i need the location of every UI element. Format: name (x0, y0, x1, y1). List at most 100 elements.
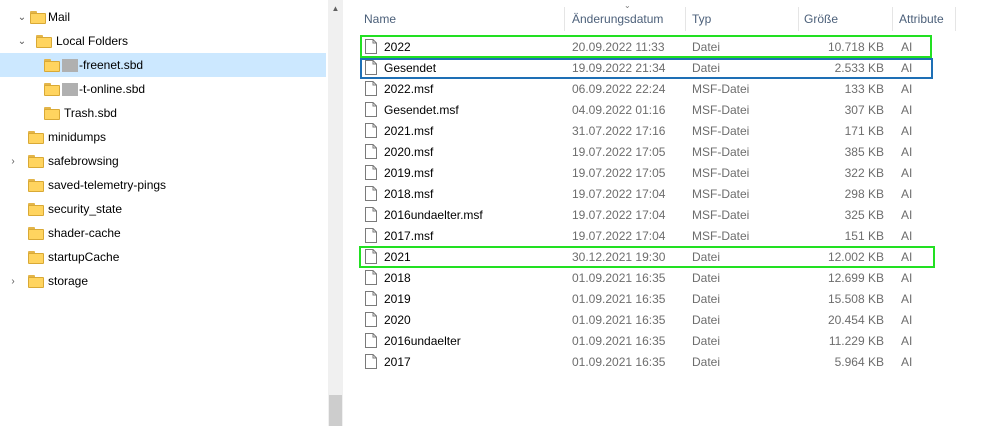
file-attributes: AI (901, 334, 913, 348)
folder-icon (36, 34, 52, 48)
folder-icon (44, 106, 60, 120)
column-header-attributes[interactable]: Attribute (899, 7, 959, 31)
folder-icon (44, 82, 60, 96)
column-header-date[interactable]: Änderungsdatum (572, 7, 684, 31)
file-modified-date: 31.07.2022 17:16 (572, 124, 666, 138)
tree-item-safebrowsing[interactable]: › safebrowsing (0, 149, 326, 173)
scrollbar-thumb[interactable] (329, 395, 342, 426)
file-size: 322 KB (844, 166, 884, 180)
highlight-box-green (360, 35, 932, 58)
file-type: MSF-Datei (692, 208, 750, 222)
file-row[interactable]: 2018.msf 19.07.2022 17:04 MSF-Datei 298 KB A… (360, 184, 935, 205)
column-divider[interactable] (798, 7, 799, 31)
chevron-right-icon[interactable]: › (7, 155, 19, 167)
file-name: 2016undaelter (384, 334, 461, 348)
file-size: 298 KB (844, 187, 884, 201)
tree-item-minidumps[interactable]: minidumps (0, 125, 326, 149)
file-row[interactable]: 2021.msf 31.07.2022 17:16 MSF-Datei 171 KB A… (360, 121, 935, 142)
column-divider[interactable] (955, 7, 956, 31)
file-name: 2019.msf (384, 166, 434, 180)
file-type: MSF-Datei (692, 145, 750, 159)
file-type: MSF-Datei (692, 124, 750, 138)
file-type: Datei (692, 292, 721, 306)
folder-icon (44, 58, 60, 72)
column-divider[interactable] (564, 7, 565, 31)
file-attributes: AI (901, 124, 913, 138)
folder-icon (28, 154, 44, 168)
tree-item-saved-telemetry-pings[interactable]: saved-telemetry-pings (0, 173, 326, 197)
tree-item-label: saved-telemetry-pings (48, 178, 167, 192)
file-size: 325 KB (844, 208, 884, 222)
tree-item-label: shader-cache (48, 226, 121, 240)
file-row[interactable]: 2018 01.09.2021 16:35 Datei 12.699 KB AI (360, 268, 935, 289)
file-type: Datei (692, 355, 721, 369)
redacted-block (62, 83, 78, 97)
file-size: 385 KB (844, 145, 884, 159)
file-modified-date: 19.07.2022 17:05 (572, 145, 666, 159)
tree-scrollbar[interactable]: ▲ (328, 0, 343, 426)
folder-icon (28, 130, 44, 144)
folder-icon (30, 10, 46, 24)
file-name: 2016undaelter.msf (384, 208, 483, 222)
file-attributes: AI (901, 82, 913, 96)
file-attributes: AI (901, 229, 913, 243)
file-type: Datei (692, 334, 721, 348)
file-size: 11.229 KB (828, 334, 884, 348)
tree-item-label: security_state (48, 202, 123, 216)
file-row[interactable]: 2022.msf 06.09.2022 22:24 MSF-Datei 133 KB A… (360, 79, 935, 100)
file-name: 2021.msf (384, 124, 434, 138)
file-row[interactable]: 2019 01.09.2021 16:35 Datei 15.508 KB AI (360, 289, 935, 310)
file-row[interactable]: 2016undaelter 01.09.2021 16:35 Datei 11.229… (360, 331, 935, 352)
tree-item-security-state[interactable]: security_state (0, 197, 326, 221)
file-row[interactable]: 2020.msf 19.07.2022 17:05 MSF-Datei 385 KB A… (360, 142, 935, 163)
scroll-up-arrow-icon[interactable]: ▲ (328, 0, 343, 17)
file-icon (365, 333, 377, 348)
chevron-right-icon[interactable]: › (7, 275, 19, 287)
chevron-down-icon[interactable]: ⌄ (16, 11, 28, 23)
file-attributes: AI (901, 313, 913, 327)
file-modified-date: 19.07.2022 17:05 (572, 166, 666, 180)
chevron-down-icon[interactable]: ⌄ (16, 35, 28, 47)
tree-item-mail[interactable]: ⌄ Mail (0, 5, 326, 29)
navigation-tree: ⌄ Mail ⌄ Local Folders -freenet.sbd -t-o… (0, 0, 328, 426)
column-header-type[interactable]: Typ (692, 7, 802, 31)
file-icon (365, 123, 377, 138)
file-attributes: AI (901, 166, 913, 180)
file-row[interactable]: 2016undaelter.msf 19.07.2022 17:04 MSF-Dat… (360, 205, 935, 226)
highlight-box-blue (360, 58, 933, 79)
tree-item-startup-cache[interactable]: startupCache (0, 245, 326, 269)
file-size: 12.699 KB (827, 271, 884, 285)
column-header-size[interactable]: Größe (804, 7, 890, 31)
file-name: Gesendet.msf (384, 103, 459, 117)
file-name: 2018 (384, 271, 411, 285)
file-row[interactable]: 2019.msf 19.07.2022 17:05 MSF-Datei 322 KB A… (360, 163, 935, 184)
file-modified-date: 06.09.2022 22:24 (572, 82, 666, 96)
column-divider[interactable] (685, 7, 686, 31)
file-type: MSF-Datei (692, 82, 750, 96)
tree-item-storage[interactable]: › storage (0, 269, 326, 293)
column-divider[interactable] (892, 7, 893, 31)
file-attributes: AI (901, 292, 913, 306)
file-size: 133 KB (844, 82, 884, 96)
file-icon (365, 354, 377, 369)
file-row[interactable]: 2020 01.09.2021 16:35 Datei 20.454 KB AI (360, 310, 935, 331)
tree-item-label: Local Folders (56, 34, 129, 48)
file-attributes: AI (901, 355, 913, 369)
file-row[interactable]: 2017.msf 19.07.2022 17:04 MSF-Datei 151 KB A… (360, 226, 935, 247)
file-attributes: AI (901, 208, 913, 222)
tree-item-trash[interactable]: Trash.sbd (0, 101, 326, 125)
file-icon (365, 102, 377, 117)
file-row[interactable]: 2017 01.09.2021 16:35 Datei 5.964 KB AI (360, 352, 935, 373)
file-modified-date: 19.07.2022 17:04 (572, 187, 666, 201)
file-icon (365, 291, 377, 306)
tree-item-freenet[interactable]: -freenet.sbd (0, 53, 326, 77)
tree-item-local-folders[interactable]: ⌄ Local Folders (0, 29, 326, 53)
file-icon (365, 228, 377, 243)
tree-item-t-online[interactable]: -t-online.sbd (0, 77, 326, 101)
file-list: ⌄ Name Änderungsdatum Typ Größe Attribut… (344, 0, 995, 426)
column-header-name[interactable]: Name (364, 7, 564, 31)
file-row[interactable]: Gesendet.msf 04.09.2022 01:16 MSF-Datei 307… (360, 100, 935, 121)
file-modified-date: 01.09.2021 16:35 (572, 313, 666, 327)
tree-item-shader-cache[interactable]: shader-cache (0, 221, 326, 245)
file-modified-date: 19.07.2022 17:04 (572, 208, 666, 222)
